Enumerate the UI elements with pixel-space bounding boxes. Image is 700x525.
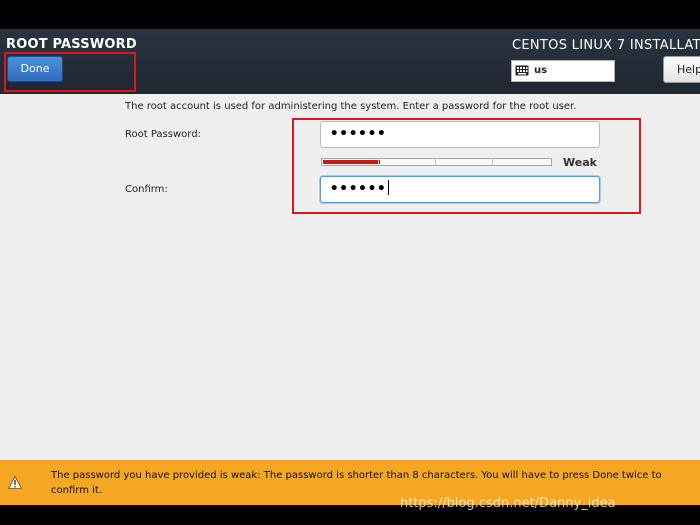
keyboard-icon [515,65,529,76]
root-password-form: The root account is used for administeri… [0,94,700,460]
watermark-text: https://blog.csdn.net/Danny_idea [400,496,616,511]
warning-icon [8,476,22,489]
warning-message: The password you have provided is weak: … [51,470,662,496]
root-password-label: Root Password: [125,129,201,140]
help-button[interactable]: Help [663,56,700,83]
page-title: ROOT PASSWORD [6,37,137,52]
keyboard-layout-label: us [534,65,548,76]
confirm-label: Confirm: [125,184,168,195]
product-title: CENTOS LINUX 7 INSTALLATI [512,38,700,53]
keyboard-layout-indicator[interactable]: us [511,60,615,82]
done-button-highlight [4,52,136,92]
form-description: The root account is used for administeri… [125,101,577,112]
password-fields-highlight [292,118,641,214]
